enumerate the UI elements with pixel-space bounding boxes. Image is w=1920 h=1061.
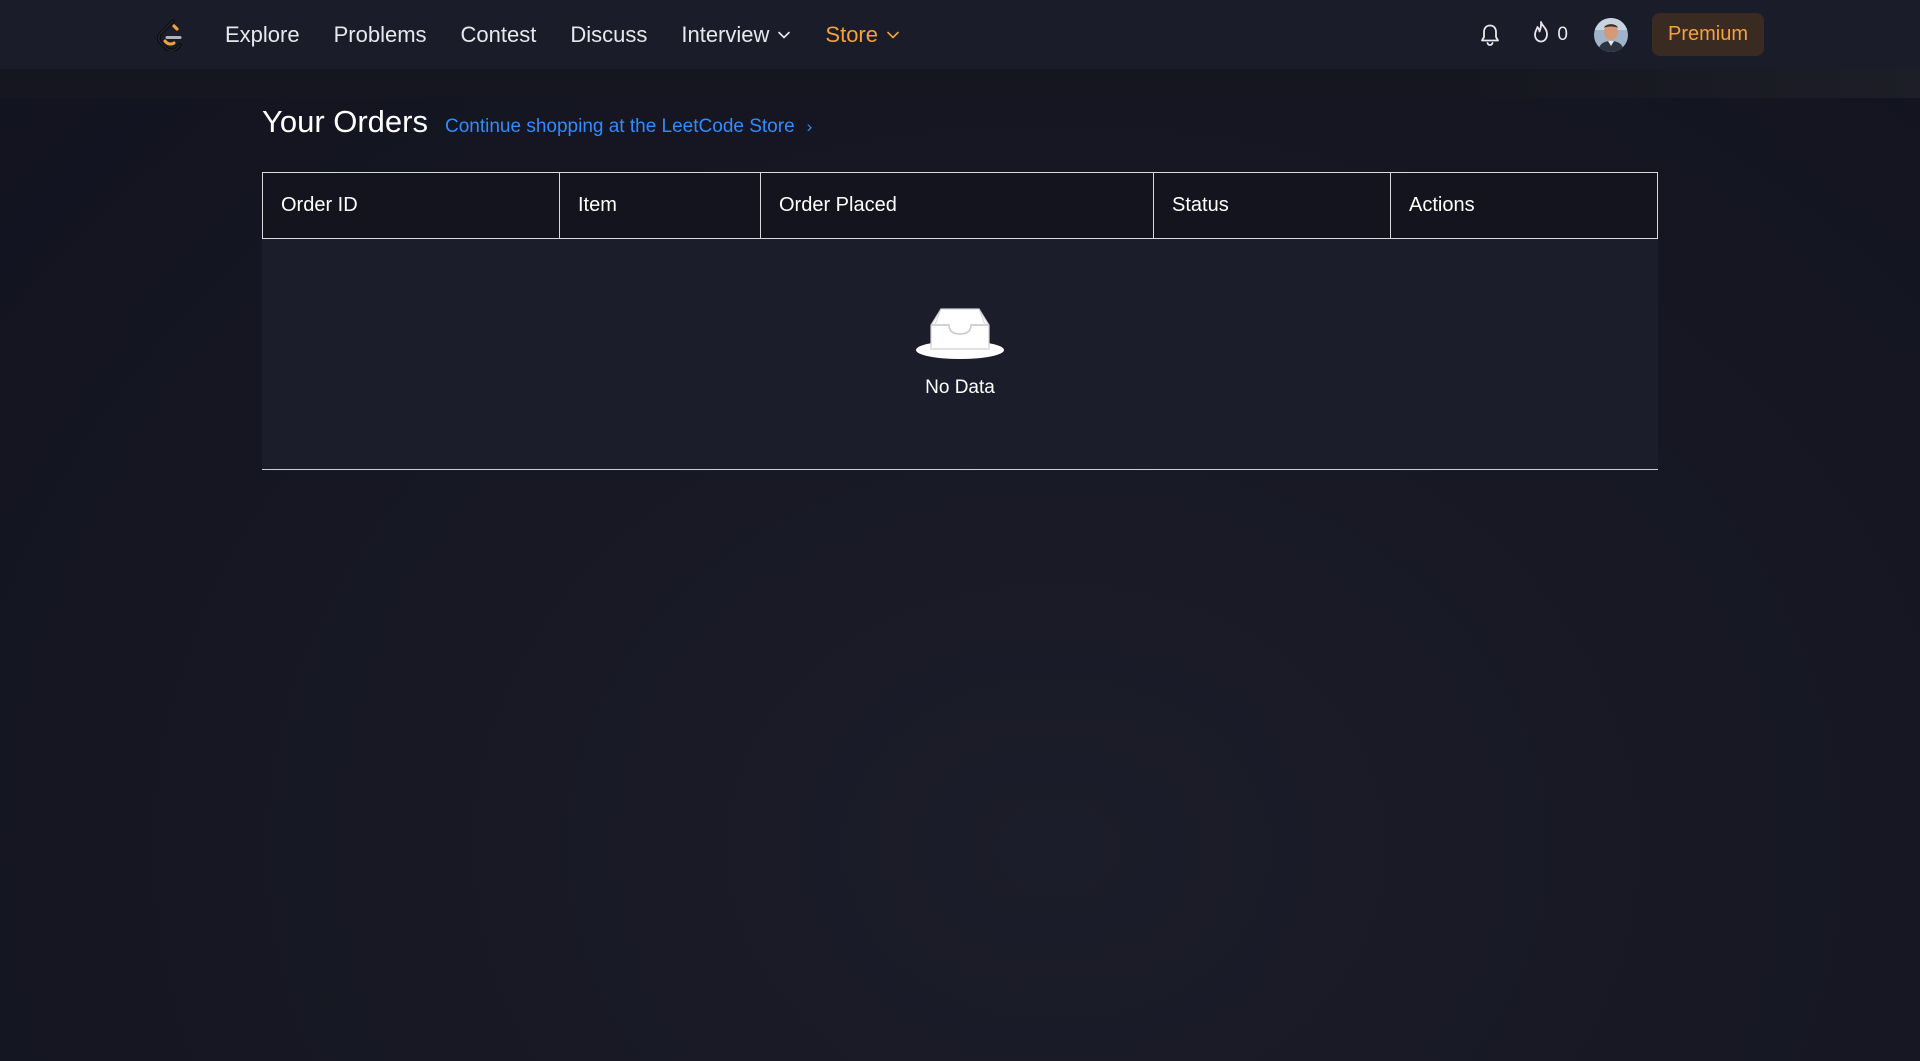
chevron-right-icon: ›	[806, 117, 813, 136]
top-navbar: Explore Problems Contest Discuss Intervi…	[0, 0, 1920, 69]
avatar[interactable]	[1593, 17, 1628, 52]
chevron-down-icon	[886, 28, 900, 42]
nav-right: 0 Premium	[1479, 0, 1764, 69]
empty-inbox-icon	[915, 303, 1005, 363]
orders-table: Order ID Item Order Placed Status Action…	[262, 172, 1658, 470]
nav-store-dropdown[interactable]: Store	[825, 22, 900, 48]
premium-label: Premium	[1667, 23, 1748, 45]
bell-icon[interactable]	[1479, 23, 1501, 47]
nav-discuss[interactable]: Discuss	[570, 22, 647, 48]
chevron-down-icon	[777, 28, 791, 42]
column-header-item: Item	[560, 173, 761, 238]
empty-state: No Data	[262, 239, 1658, 470]
nav-interview-dropdown[interactable]: Interview	[681, 22, 791, 48]
navbar-underband	[0, 69, 1920, 98]
nav-problems-label: Problems	[333, 21, 427, 47]
nav-left: Explore Problems Contest Discuss Intervi…	[155, 0, 934, 69]
column-header-order-id: Order ID	[263, 173, 560, 238]
streak-counter[interactable]: 0	[1531, 20, 1568, 50]
column-header-status: Status	[1154, 173, 1391, 238]
nav-explore[interactable]: Explore	[225, 22, 300, 48]
column-header-actions: Actions	[1409, 194, 1475, 216]
nav-explore-label: Explore	[225, 21, 300, 47]
page-title: Your Orders	[262, 104, 428, 139]
nav-contest[interactable]: Contest	[461, 22, 537, 48]
streak-count: 0	[1557, 23, 1568, 45]
continue-shopping-label: Continue shopping at the LeetCode Store	[445, 116, 795, 137]
leetcode-logo-icon[interactable]	[155, 18, 185, 52]
nav-problems[interactable]: Problems	[334, 22, 427, 48]
flame-icon	[1531, 20, 1551, 50]
column-header-order-placed: Order Placed	[761, 173, 1154, 238]
nav-contest-label: Contest	[460, 21, 537, 47]
page-header: Your Orders Continue shopping at the Lee…	[262, 104, 812, 140]
empty-state-text: No Data	[925, 377, 995, 398]
table-header: Order ID Item Order Placed Status Action…	[262, 172, 1658, 239]
continue-shopping-link[interactable]: Continue shopping at the LeetCode Store …	[445, 116, 812, 138]
nav-interview-label: Interview	[681, 21, 770, 47]
nav-store-label: Store	[825, 21, 878, 47]
premium-button[interactable]: Premium	[1651, 13, 1764, 56]
nav-discuss-label: Discuss	[570, 21, 648, 47]
